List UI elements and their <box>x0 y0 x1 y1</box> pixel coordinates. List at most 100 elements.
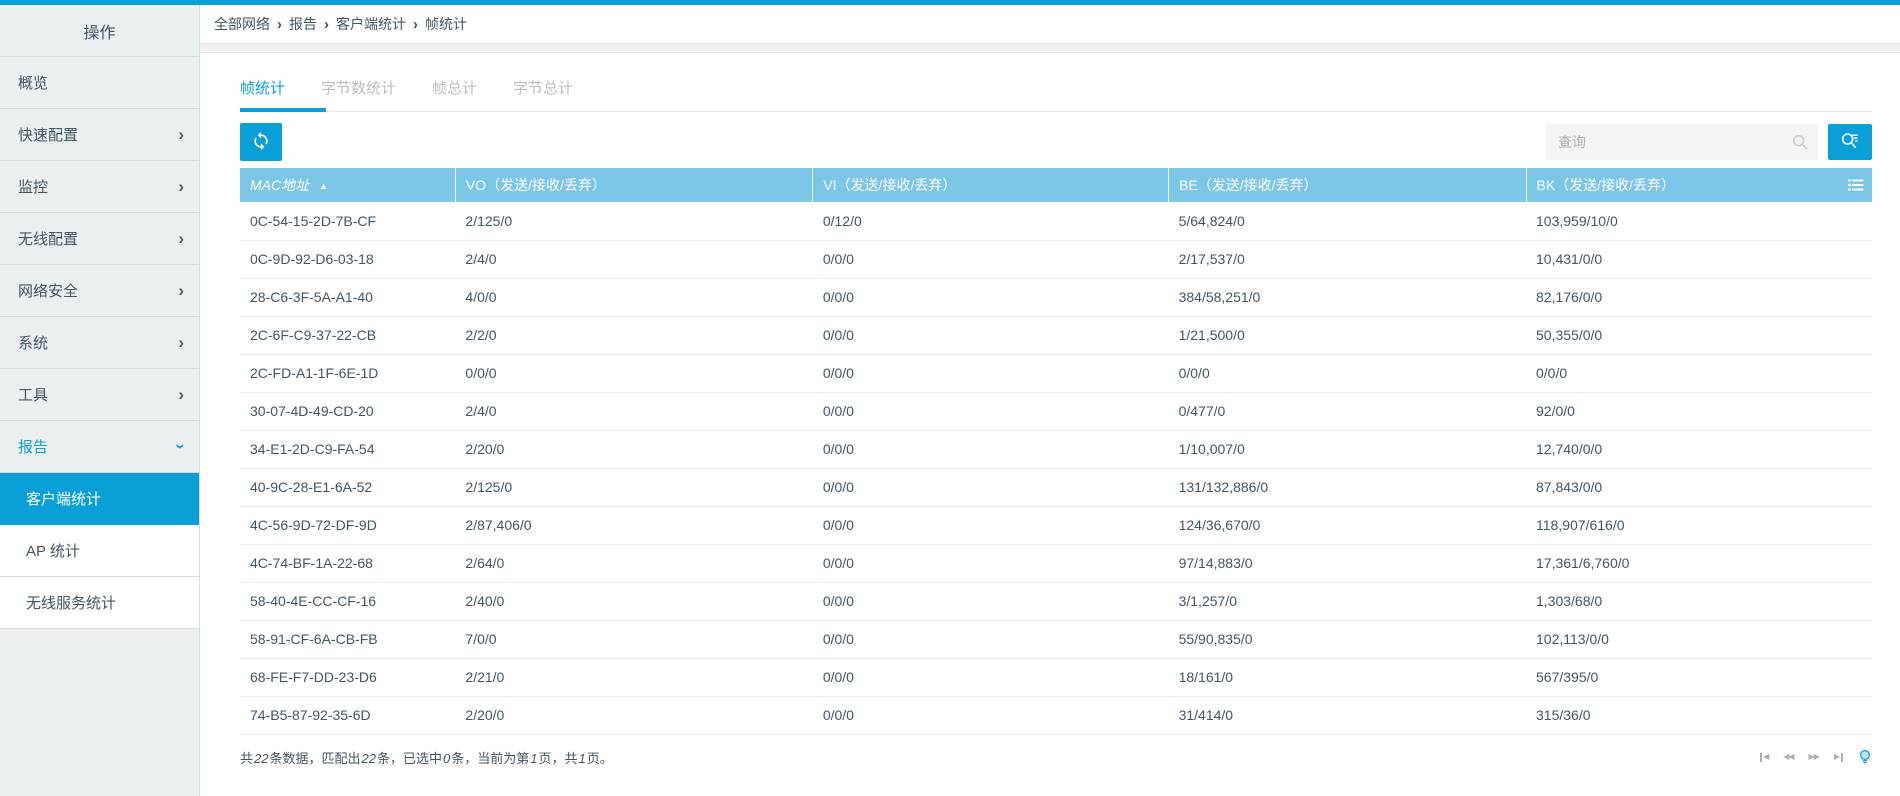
tab[interactable]: 字节总计 <box>513 69 573 111</box>
stat-cell: 0/0/0 <box>812 468 1169 507</box>
stat-cell: 0/477/0 <box>1168 392 1526 431</box>
sidebar-item[interactable]: 网络安全 › <box>0 265 199 317</box>
column-header[interactable]: VI（发送/接收/丢弃） <box>812 168 1169 202</box>
breadcrumb-separator-icon: › <box>277 15 282 33</box>
column-list-icon[interactable] <box>1848 178 1864 192</box>
table-row[interactable]: 58-40-4E-CC-CF-16 2/40/0 0/0/0 3/1,257/0 1,3… <box>240 582 1872 621</box>
stat-cell: 92/0/0 <box>1526 392 1872 431</box>
mac-cell: 4C-74-BF-1A-22-68 <box>240 544 456 583</box>
stat-cell: 4/0/0 <box>455 278 813 317</box>
page-last-button[interactable]: ▶ <box>1834 752 1844 762</box>
column-header[interactable]: BE（发送/接收/丢弃） <box>1168 168 1526 202</box>
stat-cell: 50,355/0/0 <box>1526 316 1872 355</box>
page-prev-button[interactable]: ◀ ◀ <box>1783 753 1794 761</box>
stat-cell: 31/414/0 <box>1168 696 1526 735</box>
mac-cell: 0C-9D-92-D6-03-18 <box>240 240 456 279</box>
stat-cell: 567/395/0 <box>1526 658 1872 697</box>
table-row[interactable]: 40-9C-28-E1-6A-52 2/125/0 0/0/0 131/132,886… <box>240 468 1872 507</box>
table-row[interactable]: 0C-9D-92-D6-03-18 2/4/0 0/0/0 2/17,537/0 10,… <box>240 240 1872 279</box>
summary-text: 1 <box>578 750 586 766</box>
search-input[interactable] <box>1546 124 1818 160</box>
table-row[interactable]: 4C-74-BF-1A-22-68 2/64/0 0/0/0 97/14,883/0 1… <box>240 544 1872 583</box>
sidebar-item-label: 工具 <box>18 387 49 404</box>
sidebar-subitem[interactable]: AP 统计 <box>0 525 199 577</box>
mac-cell: 30-07-4D-49-CD-20 <box>240 392 456 431</box>
tip-lightbulb-button[interactable] <box>1858 749 1872 765</box>
breadcrumb-item[interactable]: 帧统计 <box>425 14 467 34</box>
table-row[interactable]: 28-C6-3F-5A-A1-40 4/0/0 0/0/0 384/58,251/0 8… <box>240 278 1872 317</box>
table-row[interactable]: 2C-FD-A1-1F-6E-1D 0/0/0 0/0/0 0/0/0 0/0/0 <box>240 354 1872 393</box>
stats-table: MAC地址 ▲ VO（发送/接收/丢弃） VI（发送/接收/丢弃） BE（发送/接收/丢… <box>240 168 1872 735</box>
mac-cell: 2C-6F-C9-37-22-CB <box>240 316 456 355</box>
sidebar-subitem[interactable]: 客户端统计 <box>0 473 199 525</box>
sidebar-item-label: 报告 <box>18 439 49 456</box>
stat-cell: 0/0/0 <box>812 696 1169 735</box>
breadcrumb-separator-icon: › <box>324 15 329 33</box>
stat-cell: 82,176/0/0 <box>1526 278 1872 317</box>
sidebar-item[interactable]: 快速配置 › <box>0 109 199 161</box>
search-box <box>1546 124 1818 160</box>
stat-cell: 2/4/0 <box>455 240 813 279</box>
stat-cell: 2/17,537/0 <box>1168 240 1526 279</box>
stat-cell: 0/0/0 <box>812 430 1169 469</box>
stat-cell: 2/20/0 <box>455 430 813 469</box>
column-header-label: BE（发送/接收/丢弃） <box>1179 177 1318 193</box>
tab[interactable]: 帧总计 <box>432 69 477 111</box>
column-header-label: BK（发送/接收/丢弃） <box>1536 177 1675 193</box>
sidebar-submenu: 客户端统计 AP 统计 无线服务统计 <box>0 473 199 629</box>
stat-cell: 1,303/68/0 <box>1526 582 1872 621</box>
tab[interactable]: 字节数统计 <box>321 69 396 111</box>
stat-cell: 3/1,257/0 <box>1168 582 1526 621</box>
column-header[interactable]: BK（发送/接收/丢弃） <box>1525 168 1872 202</box>
column-header-mac[interactable]: MAC地址 ▲ <box>240 168 456 202</box>
column-header[interactable]: VO（发送/接收/丢弃） <box>454 168 813 202</box>
stat-cell: 2/125/0 <box>455 202 813 241</box>
breadcrumb-item[interactable]: 客户端统计 <box>336 14 406 34</box>
breadcrumb-separator-icon: › <box>413 15 418 33</box>
stat-cell: 1/10,007/0 <box>1168 430 1526 469</box>
tab[interactable]: 帧统计 <box>240 69 327 112</box>
breadcrumb-item[interactable]: 报告 <box>289 14 317 34</box>
sidebar-subitem[interactable]: 无线服务统计 <box>0 577 199 629</box>
table-row[interactable]: 0C-54-15-2D-7B-CF 2/125/0 0/12/0 5/64,824/0… <box>240 202 1872 241</box>
summary-text: 条，当前为第 <box>451 750 530 766</box>
chevron-right-icon: › <box>178 229 184 248</box>
app-window: 操作 概览 快速配置 › 监控 › 无线配置 › 网络安全 › 系统 › 工具 › 报告 › 客户端统计 AP… <box>0 0 1900 796</box>
table-row[interactable]: 34-E1-2D-C9-FA-54 2/20/0 0/0/0 1/10,007/0 12… <box>240 430 1872 469</box>
page-next-button[interactable]: ▶ ▶ <box>1809 753 1820 761</box>
summary-text: 条数据，匹配出 <box>269 750 361 766</box>
stat-cell: 315/36/0 <box>1526 696 1872 735</box>
summary-text: 共 <box>240 750 254 766</box>
table-row[interactable]: 58-91-CF-6A-CB-FB 7/0/0 0/0/0 55/90,835/0 10… <box>240 620 1872 659</box>
sidebar-item[interactable]: 概览 <box>0 57 199 109</box>
table-row[interactable]: 30-07-4D-49-CD-20 2/4/0 0/0/0 0/477/0 92/0/0 <box>240 392 1872 431</box>
stat-cell: 0/0/0 <box>812 240 1169 279</box>
table-row[interactable]: 4C-56-9D-72-DF-9D 2/87,406/0 0/0/0 124/36,6… <box>240 506 1872 545</box>
page-first-button[interactable]: ◀ <box>1759 752 1769 762</box>
table-row[interactable]: 68-FE-F7-DD-23-D6 2/21/0 0/0/0 18/161/0 567/… <box>240 658 1872 697</box>
stat-cell: 0/0/0 <box>812 620 1169 659</box>
table-row[interactable]: 74-B5-87-92-35-6D 2/20/0 0/0/0 31/414/0 315/… <box>240 696 1872 735</box>
advanced-search-button[interactable] <box>1828 124 1872 160</box>
mac-cell: 0C-54-15-2D-7B-CF <box>240 202 456 241</box>
table-row[interactable]: 2C-6F-C9-37-22-CB 2/2/0 0/0/0 1/21,500/0 50,… <box>240 316 1872 355</box>
sidebar-item[interactable]: 工具 › <box>0 369 199 421</box>
mac-cell: 34-E1-2D-C9-FA-54 <box>240 430 456 469</box>
chevron-right-icon: › <box>178 177 184 196</box>
stat-cell: 2/2/0 <box>455 316 813 355</box>
stat-cell: 0/0/0 <box>812 392 1169 431</box>
stat-cell: 17,361/6,760/0 <box>1526 544 1872 583</box>
stat-cell: 0/0/0 <box>1526 354 1872 393</box>
sidebar-item[interactable]: 报告 › <box>0 421 199 473</box>
summary-text: 0 <box>442 750 451 766</box>
mac-cell: 2C-FD-A1-1F-6E-1D <box>240 354 456 393</box>
stat-cell: 10,431/0/0 <box>1526 240 1872 279</box>
stat-cell: 2/64/0 <box>455 544 813 583</box>
sidebar-item[interactable]: 系统 › <box>0 317 199 369</box>
breadcrumb-item[interactable]: 全部网络 <box>214 14 270 34</box>
mac-cell: 40-9C-28-E1-6A-52 <box>240 468 456 507</box>
chevron-right-icon: › <box>178 333 184 352</box>
sidebar-item[interactable]: 无线配置 › <box>0 213 199 265</box>
refresh-button[interactable] <box>240 123 282 161</box>
sidebar-item[interactable]: 监控 › <box>0 161 199 213</box>
